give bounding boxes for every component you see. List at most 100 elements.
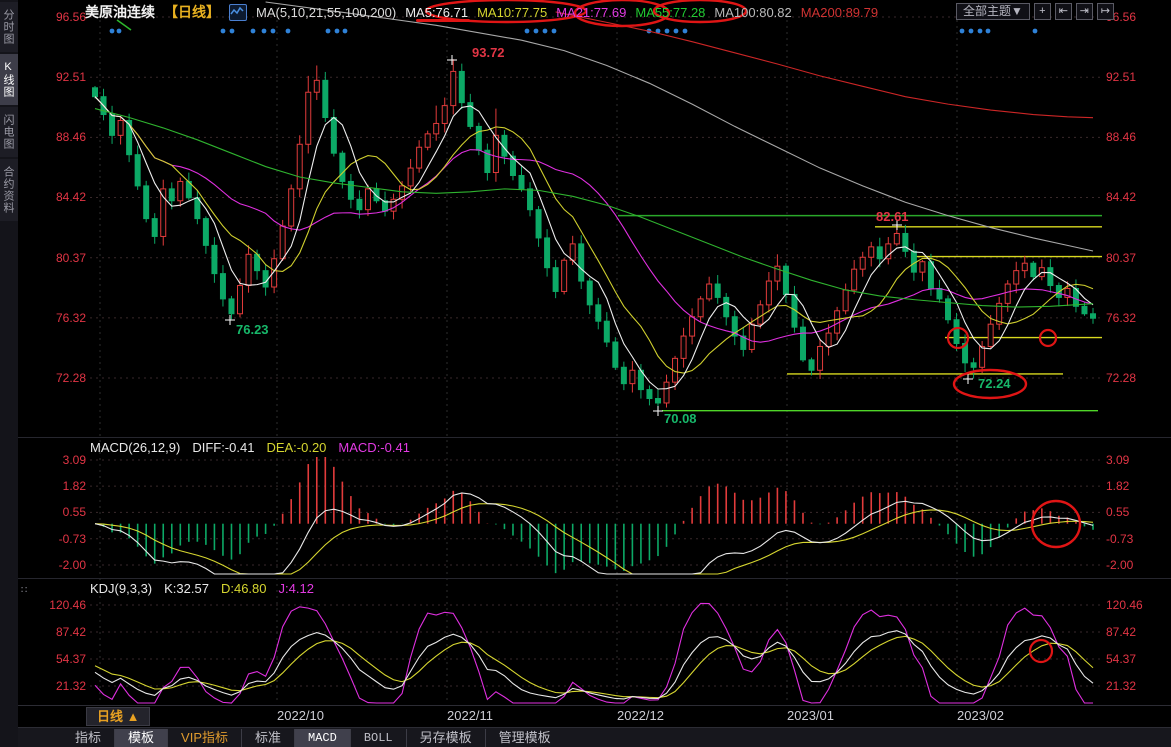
footer-tab-4[interactable]: MACD <box>294 729 350 747</box>
ma-value-2: MA21:77.69 <box>556 5 626 20</box>
price-annotation: 82.61 <box>876 209 909 224</box>
red-ellipse-mark <box>1032 501 1080 547</box>
date-label-5: 2023/02 <box>957 708 1004 723</box>
footer-tab-5[interactable]: BOLL <box>350 729 406 747</box>
footer-tab-0[interactable]: 指标 <box>62 729 114 747</box>
kdj-k-value: K:32.57 <box>164 581 209 596</box>
event-dot <box>978 29 983 34</box>
macd-axis-label-right-0: 3.09 <box>1106 453 1168 467</box>
event-dot <box>525 29 530 34</box>
date-label-4: 2023/01 <box>787 708 834 723</box>
macd-macd-value: MACD:-0.41 <box>338 440 410 455</box>
macd-axis-label-left-0: 3.09 <box>24 453 86 467</box>
sidebar-item-3[interactable]: 合约资料 <box>0 159 18 221</box>
date-label-1: 2022/10 <box>277 708 324 723</box>
pan-tool-icon[interactable]: + <box>1034 3 1051 20</box>
macd-axis-label-left-2: 0.55 <box>24 505 86 519</box>
ma-value-1: MA10:77.75 <box>477 5 547 20</box>
kdj-axis-label-left-2: 54.37 <box>24 652 86 666</box>
event-dot <box>960 29 965 34</box>
macd-axis-label-right-4: -2.00 <box>1106 558 1168 572</box>
price-axis-label-left-2: 88.46 <box>24 130 86 144</box>
scroll-left-icon[interactable]: ⇤ <box>1055 3 1072 20</box>
chart-footer-divider <box>0 705 1171 706</box>
event-dot <box>986 29 991 34</box>
price-axis-label-right-1: 92.51 <box>1106 70 1168 84</box>
footer-tab-6[interactable]: 另存模板 <box>406 729 485 747</box>
event-dot <box>1033 29 1038 34</box>
price-axis-label-right-6: 72.28 <box>1106 371 1168 385</box>
price-axis-label-right-5: 76.32 <box>1106 311 1168 325</box>
price-axis-label-right-3: 84.42 <box>1106 190 1168 204</box>
footer-tab-2[interactable]: VIP指标 <box>167 729 241 747</box>
footer-tab-3[interactable]: 标准 <box>241 729 294 747</box>
footer-tab-1[interactable]: 模板 <box>114 729 167 747</box>
macd-panel-header: MACD(26,12,9) DIFF:-0.41 DEA:-0.20 MACD:… <box>90 440 410 455</box>
date-label-2: 2022/11 <box>447 708 493 723</box>
price-annotation: 72.24 <box>978 376 1011 391</box>
macd-axis-label-left-3: -0.73 <box>24 532 86 546</box>
event-dot <box>230 29 235 34</box>
event-dot <box>335 29 340 34</box>
sidebar-item-2[interactable]: 闪电图 <box>0 107 18 157</box>
macd-diff-value: DIFF:-0.41 <box>192 440 254 455</box>
event-dot <box>110 29 115 34</box>
price-axis-label-right-4: 80.37 <box>1106 251 1168 265</box>
event-dot <box>326 29 331 34</box>
page-forward-icon[interactable]: ↦ <box>1097 3 1114 20</box>
kdj-axis-label-right-2: 54.37 <box>1106 652 1168 666</box>
kdj-drag-handle-icon[interactable]: ∷ <box>21 585 27 596</box>
event-dot <box>543 29 548 34</box>
kdj-d-value: D:46.80 <box>221 581 267 596</box>
event-dot <box>251 29 256 34</box>
kdj-j-value: J:4.12 <box>279 581 314 596</box>
sidebar-item-0[interactable]: 分时图 <box>0 2 18 52</box>
theme-dropdown[interactable]: 全部主题▼ <box>956 3 1030 20</box>
macd-title: MACD(26,12,9) <box>90 440 180 455</box>
price-axis-label-left-1: 92.51 <box>24 70 86 84</box>
price-axis-label-left-4: 80.37 <box>24 251 86 265</box>
kdj-axis-label-right-1: 87.42 <box>1106 625 1168 639</box>
event-dot <box>674 29 679 34</box>
ma-value-5: MA200:89.79 <box>801 5 878 20</box>
scroll-right-icon[interactable]: ⇥ <box>1076 3 1093 20</box>
footer-tab-7[interactable]: 管理模板 <box>485 729 564 747</box>
price-annotation: 70.08 <box>664 411 697 426</box>
event-dot <box>552 29 557 34</box>
price-axis-label-right-0: 96.56 <box>1106 10 1168 24</box>
event-dot <box>343 29 348 34</box>
app-window: 93.7276.2382.6170.0872.24 分时图K线图闪电图合约资料 … <box>0 0 1171 747</box>
ma-value-0: MA5:76.71 <box>405 5 468 20</box>
macd-axis-label-right-1: 1.82 <box>1106 479 1168 493</box>
chart-canvas[interactable]: 93.7276.2382.6170.0872.24 <box>0 0 1171 706</box>
date-label-3: 2022/12 <box>617 708 664 723</box>
ma-values: MA5:76.71MA10:77.75MA21:77.69MA55:77.28M… <box>405 5 878 20</box>
price-axis-label-right-2: 88.46 <box>1106 130 1168 144</box>
macd-axis-label-left-1: 1.82 <box>24 479 86 493</box>
symbol-title: 美原油连续 <box>85 2 155 22</box>
kdj-panel-header: KDJ(9,3,3) K:32.57 D:46.80 J:4.12 <box>90 581 314 596</box>
event-dot <box>117 29 122 34</box>
event-dot <box>665 29 670 34</box>
macd-axis-label-right-2: 0.55 <box>1106 505 1168 519</box>
price-axis-label-left-5: 76.32 <box>24 311 86 325</box>
price-axis-label-left-3: 84.42 <box>24 190 86 204</box>
kdj-axis-label-right-0: 120.46 <box>1106 598 1168 612</box>
ma-params-label: MA(5,10,21,55,100,200) <box>256 5 396 20</box>
kdj-axis-label-left-1: 87.42 <box>24 625 86 639</box>
period-selector-button[interactable]: 日线 ▲ <box>86 707 150 726</box>
price-annotation: 93.72 <box>472 45 505 60</box>
kline-chart-icon <box>229 4 247 21</box>
sidebar-item-1[interactable]: K线图 <box>0 54 18 105</box>
kdj-axis-label-left-0: 120.46 <box>24 598 86 612</box>
macd-axis-label-right-3: -0.73 <box>1106 532 1168 546</box>
event-dot <box>534 29 539 34</box>
chart-header: 美原油连续 【日线】 MA(5,10,21,55,100,200) MA5:76… <box>85 3 878 21</box>
event-dot <box>683 29 688 34</box>
price-axis-label-left-6: 72.28 <box>24 371 86 385</box>
event-dot <box>969 29 974 34</box>
header-controls: 全部主题▼ +⇤⇥↦ <box>956 3 1114 20</box>
event-dot <box>221 29 226 34</box>
kdj-axis-label-left-3: 21.32 <box>24 679 86 693</box>
period-tag: 【日线】 <box>164 2 220 22</box>
